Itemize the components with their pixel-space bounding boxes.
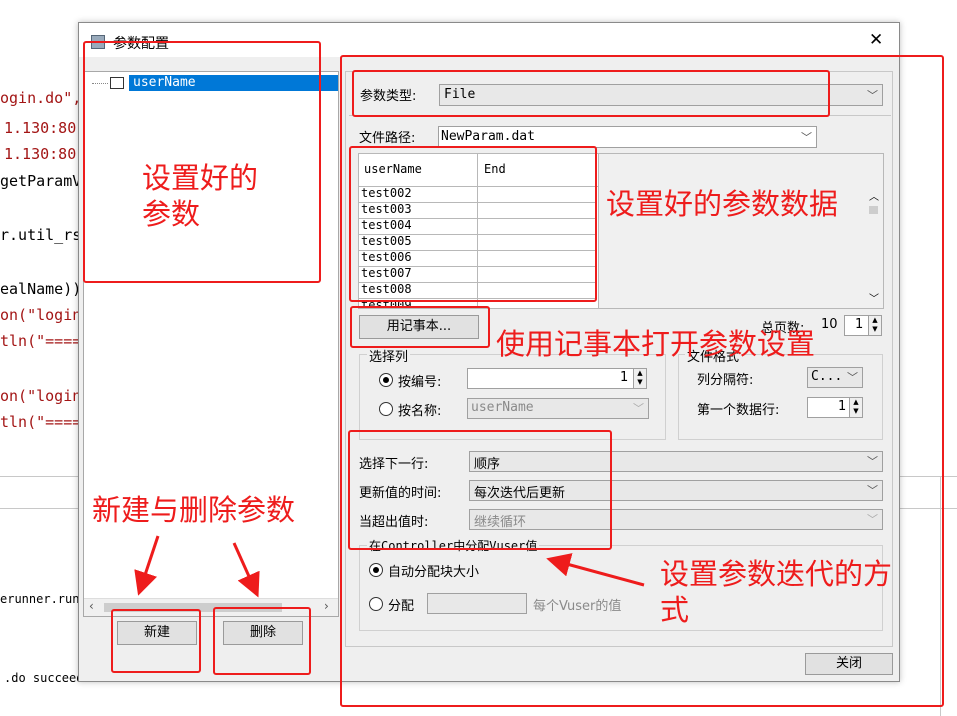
- arrow-to-delete-button: [232, 542, 260, 598]
- arrow-to-new-button: [134, 535, 160, 596]
- arrow-to-iteration-box: [546, 553, 645, 587]
- annotation-arrows: [134, 535, 645, 598]
